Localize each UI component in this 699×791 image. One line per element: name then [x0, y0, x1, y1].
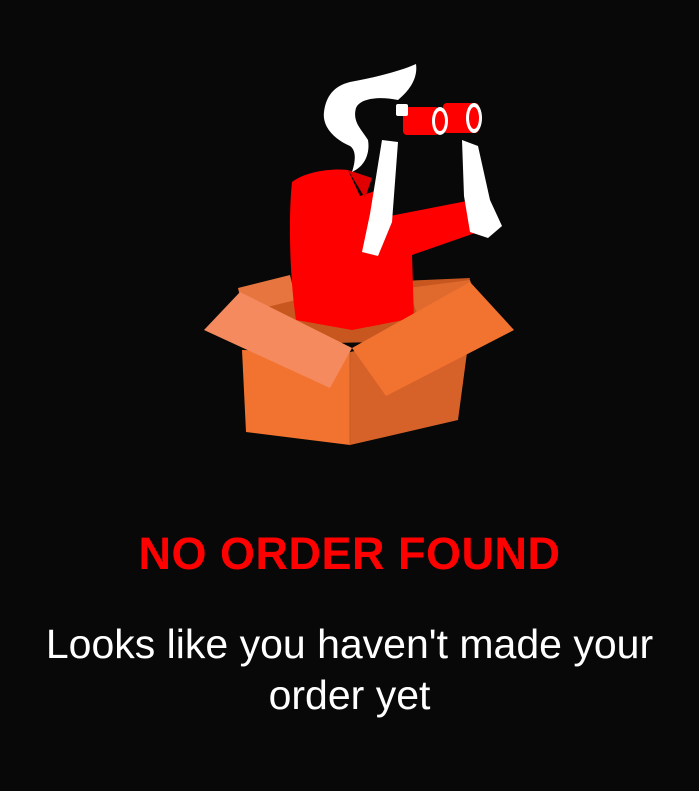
- empty-state-message: Looks like you haven't made your order y…: [45, 621, 654, 718]
- empty-orders-screen: NO ORDER FOUND Looks like you haven't ma…: [0, 0, 699, 791]
- empty-state-title: NO ORDER FOUND: [138, 528, 561, 579]
- person-in-box-with-binoculars-icon: [190, 55, 530, 455]
